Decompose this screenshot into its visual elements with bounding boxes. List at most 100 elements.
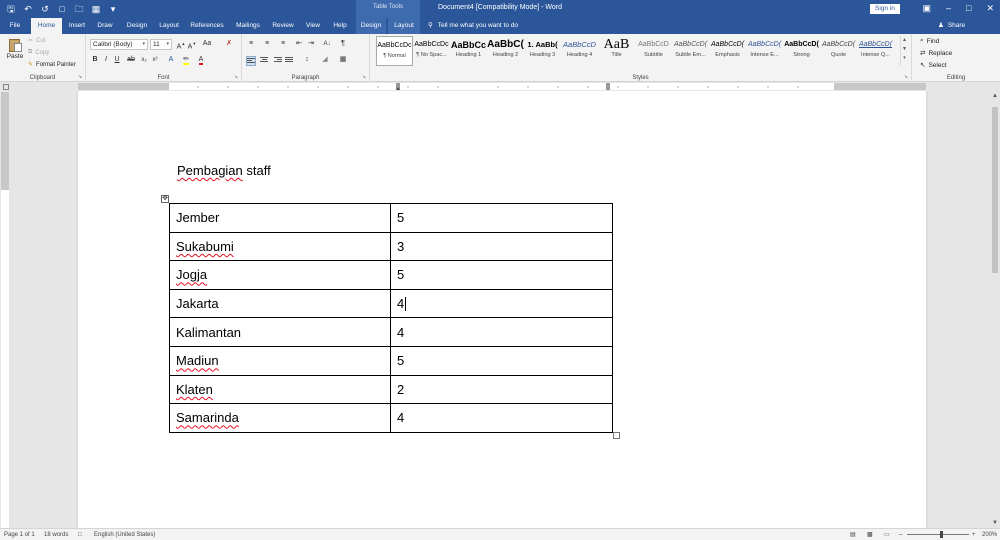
tab-references[interactable]: References bbox=[187, 18, 227, 34]
style-intense-emphasis[interactable]: AaBbCcD( Intense E... bbox=[746, 36, 783, 66]
tab-home[interactable]: Home bbox=[31, 18, 62, 34]
style-heading-1[interactable]: AaBbCc Heading 1 bbox=[450, 36, 487, 66]
table-row[interactable]: Madiun 5 bbox=[169, 345, 613, 376]
tab-insert[interactable]: Insert bbox=[64, 18, 90, 34]
copy-button[interactable]: ⧉ Copy bbox=[28, 49, 49, 56]
shading-icon[interactable]: ◢ bbox=[320, 55, 330, 65]
staff-table[interactable]: Jember 5 Sukabumi 3 Jogja 5 Jakarta 4 Kalimantan… bbox=[169, 203, 613, 433]
style-normal[interactable]: AaBbCcDc ¶ Normal bbox=[376, 36, 413, 66]
tab-layout[interactable]: Layout bbox=[155, 18, 183, 34]
language-status[interactable]: English (United States) bbox=[94, 531, 155, 539]
zoom-level[interactable]: 200% bbox=[982, 531, 997, 539]
zoom-slider[interactable] bbox=[907, 534, 969, 535]
align-center-icon[interactable] bbox=[259, 56, 269, 66]
increase-indent-icon[interactable]: ⇥ bbox=[306, 39, 316, 49]
close-icon[interactable]: ✕ bbox=[986, 2, 994, 15]
city-cell[interactable]: Samarinda bbox=[169, 403, 391, 433]
align-right-icon[interactable] bbox=[272, 56, 282, 66]
vertical-ruler[interactable] bbox=[1, 92, 9, 528]
table-move-handle-icon[interactable]: ✥ bbox=[161, 195, 169, 203]
document-canvas[interactable]: Pembagian staff ✥ Jember 5 Sukabumi 3 Jogja 5… bbox=[10, 91, 990, 528]
table-row[interactable]: Jogja 5 bbox=[169, 260, 613, 290]
table-row[interactable]: Klaten 2 bbox=[169, 374, 613, 405]
superscript-icon[interactable]: x² bbox=[150, 55, 160, 65]
tab-review[interactable]: Review bbox=[268, 18, 298, 34]
grow-font-icon[interactable]: A▲ bbox=[176, 39, 186, 50]
table-row[interactable]: Kalimantan 4 bbox=[169, 317, 613, 347]
city-cell[interactable]: Klaten bbox=[169, 374, 391, 405]
text-effects-icon[interactable]: A bbox=[166, 55, 176, 65]
style-heading-2[interactable]: AaBbC( Heading 2 bbox=[487, 36, 524, 66]
paste-button[interactable]: Paste bbox=[3, 36, 27, 66]
tab-draw[interactable]: Draw bbox=[93, 18, 117, 34]
subscript-icon[interactable]: x₂ bbox=[139, 55, 149, 65]
city-cell[interactable]: Jember bbox=[169, 203, 391, 233]
multilevel-list-icon[interactable]: ≡ bbox=[278, 39, 288, 49]
style-heading-3[interactable]: 1. AaBb( Heading 3 bbox=[524, 36, 561, 66]
web-layout-icon[interactable]: ▭ bbox=[884, 531, 890, 539]
table-row[interactable]: Sukabumi 3 bbox=[169, 231, 613, 262]
find-button[interactable]: ⌕ Find bbox=[920, 37, 939, 45]
staff-count-cell[interactable]: 4 bbox=[390, 288, 613, 319]
styles-launcher-icon[interactable]: ↘ bbox=[904, 74, 908, 80]
page-count[interactable]: Page 1 of 1 bbox=[4, 531, 35, 539]
print-layout-icon[interactable]: ▩ bbox=[867, 531, 873, 539]
staff-count-cell[interactable]: 5 bbox=[390, 203, 613, 233]
staff-count-cell[interactable]: 2 bbox=[390, 374, 613, 405]
style-subtitle[interactable]: AaBbCcD Subtitle bbox=[635, 36, 672, 66]
line-spacing-icon[interactable]: ↕ bbox=[302, 55, 312, 65]
zoom-slider-thumb[interactable] bbox=[940, 531, 943, 538]
style-intense-quote[interactable]: AaBbCcD( Intense Q... bbox=[857, 36, 894, 66]
justify-icon[interactable] bbox=[285, 56, 295, 66]
sign-in-button[interactable]: Sign in bbox=[870, 4, 900, 14]
word-count[interactable]: 18 words bbox=[44, 531, 68, 539]
tab-table-layout[interactable]: Layout bbox=[388, 18, 420, 34]
underline-icon[interactable]: U bbox=[112, 55, 122, 65]
staff-count-cell[interactable]: 5 bbox=[390, 260, 613, 290]
replace-button[interactable]: ⇄ Replace bbox=[920, 49, 952, 58]
select-button[interactable]: ↖ Select bbox=[920, 61, 947, 70]
tab-view[interactable]: View bbox=[302, 18, 324, 34]
vertical-scrollbar[interactable]: ▲ ▼ bbox=[990, 91, 1000, 528]
font-color-icon[interactable]: A bbox=[196, 55, 206, 65]
document-heading[interactable]: Pembagian staff bbox=[177, 163, 271, 178]
gallery-more-icon[interactable]: ▾ bbox=[901, 54, 908, 63]
style-strong[interactable]: AaBbCcD( Strong bbox=[783, 36, 820, 66]
tab-selector[interactable] bbox=[3, 84, 9, 90]
style-title[interactable]: AaB Title bbox=[598, 36, 635, 66]
tab-mailings[interactable]: Mailings bbox=[232, 18, 264, 34]
bold-icon[interactable]: B bbox=[90, 55, 100, 65]
style-heading-4[interactable]: AaBbCcD Heading 4 bbox=[561, 36, 598, 66]
sort-icon[interactable]: A↓ bbox=[322, 39, 332, 49]
read-mode-icon[interactable]: ▤ bbox=[850, 531, 856, 539]
clear-formatting-icon[interactable]: ✗ bbox=[224, 39, 234, 49]
highlight-icon[interactable]: ✏ bbox=[181, 55, 191, 65]
proofing-icon[interactable]: □ bbox=[78, 531, 82, 539]
zoom-in-icon[interactable]: + bbox=[972, 531, 976, 539]
city-cell[interactable]: Madiun bbox=[169, 345, 391, 376]
clipboard-launcher-icon[interactable]: ↘ bbox=[78, 74, 82, 80]
zoom-out-icon[interactable]: – bbox=[899, 531, 902, 539]
table-row[interactable]: Jember 5 bbox=[169, 203, 613, 233]
style-emphasis[interactable]: AaBbCcD( Emphasis bbox=[709, 36, 746, 66]
borders-icon[interactable]: ▦ bbox=[338, 55, 348, 65]
ribbon-display-icon[interactable]: ▣ bbox=[922, 2, 931, 15]
font-name-box[interactable]: Calibri (Body) ▾ bbox=[90, 39, 148, 50]
staff-count-cell[interactable]: 4 bbox=[390, 317, 613, 347]
scroll-down-arrow-icon[interactable]: ▼ bbox=[990, 520, 1000, 526]
city-cell[interactable]: Sukabumi bbox=[169, 231, 391, 262]
staff-count-cell[interactable]: 3 bbox=[390, 231, 613, 262]
scroll-up-arrow-icon[interactable]: ▲ bbox=[990, 93, 1000, 99]
table-resize-handle[interactable] bbox=[613, 432, 620, 439]
show-formatting-icon[interactable]: ¶ bbox=[338, 39, 348, 49]
maximize-icon[interactable]: □ bbox=[966, 2, 971, 15]
city-cell[interactable]: Jogja bbox=[169, 260, 391, 290]
font-size-box[interactable]: 11 ▾ bbox=[150, 39, 172, 50]
table-row[interactable]: Jakarta 4 bbox=[169, 288, 613, 319]
tab-help[interactable]: Help bbox=[328, 18, 352, 34]
change-case-icon[interactable]: Aa bbox=[202, 39, 212, 49]
italic-icon[interactable]: I bbox=[101, 55, 111, 65]
shrink-font-icon[interactable]: A▼ bbox=[187, 39, 197, 50]
cut-button[interactable]: ✂ Cut bbox=[28, 37, 45, 45]
document-page[interactable]: Pembagian staff ✥ Jember 5 Sukabumi 3 Jogja 5… bbox=[78, 91, 926, 528]
